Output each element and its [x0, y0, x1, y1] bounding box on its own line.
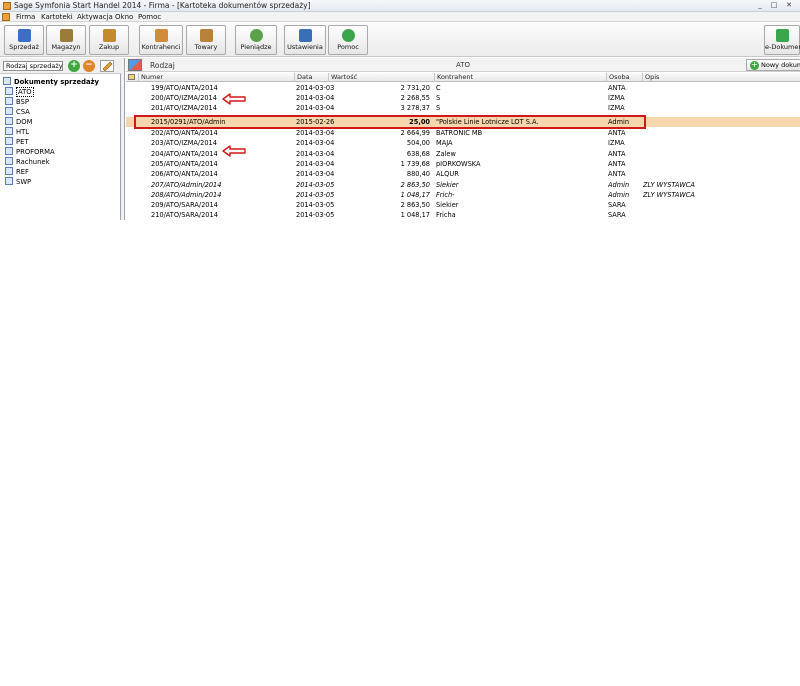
document-kind-select[interactable]: Rodzaj sprzedaży [3, 61, 63, 71]
settings-icon [298, 29, 312, 42]
menu-firma[interactable]: Firma [16, 13, 35, 21]
kind-label: Rodzaj [150, 61, 175, 70]
title-bar: Sage Symfonia Start Handel 2014 - Firma … [0, 0, 800, 12]
tree-item-ato[interactable]: ATO [5, 87, 34, 97]
tree-item-rachunek[interactable]: Rachunek [5, 157, 50, 166]
column-header-row: Numer Data Wartość Kontrahent Osoba Opis [126, 73, 800, 82]
tree-root[interactable]: Dokumenty sprzedaży [3, 77, 99, 86]
remove-icon[interactable]: − [83, 60, 95, 72]
column-osoba[interactable]: Osoba [606, 73, 642, 82]
left-panel-toolbar: Rodzaj sprzedaży + − [0, 58, 121, 74]
document-icon [5, 167, 13, 175]
edit-pencil-icon[interactable] [100, 60, 114, 72]
goods-button[interactable]: Towary [186, 25, 226, 55]
menu-okno[interactable]: Okno [115, 13, 133, 21]
table-row[interactable]: 209/ATO/SARA/2014 2014-03-05 2 863,50 Sieki… [126, 200, 800, 210]
table-row[interactable]: 199/ATO/ANTA/2014 2014-03-03 2 731,20 C ANTA [126, 83, 800, 93]
tree-item-swp[interactable]: SWP [5, 177, 31, 186]
table-row[interactable]: 206/ATO/ANTA/2014 2014-03-04 880,40 ALQUR AN… [126, 169, 800, 179]
document-icon [5, 107, 13, 115]
warehouse-icon [59, 29, 73, 42]
tree-item-pet[interactable]: PET [5, 137, 29, 146]
column-numer[interactable]: Numer [138, 73, 294, 82]
menu-aktywacja[interactable]: Aktywacja [77, 13, 113, 21]
column-opis[interactable]: Opis [642, 73, 800, 82]
highlight-box [134, 115, 646, 129]
arrow-left-icon [222, 145, 246, 157]
contractors-button[interactable]: Kontrahenci [139, 25, 183, 55]
document-icon [5, 127, 13, 135]
list-header: Rodzaj ATO + Nowy dokum [126, 58, 800, 72]
tree-item-ref[interactable]: REF [5, 167, 29, 176]
tree-item-csa[interactable]: CSA [5, 107, 30, 116]
column-kontrahent[interactable]: Kontrahent [434, 73, 606, 82]
tree-item-proforma[interactable]: PROFORMA [5, 147, 55, 156]
kind-filter-value: ATO [456, 61, 471, 69]
column-wartosc[interactable]: Wartość [328, 73, 434, 82]
e-document-button[interactable]: e-Dokumen [764, 25, 800, 55]
goods-icon [199, 29, 213, 42]
app-icon [3, 2, 11, 10]
panel-splitter[interactable] [121, 58, 125, 220]
table-row[interactable]: 205/ATO/ANTA/2014 2014-03-04 1 739,68 pIORK… [126, 159, 800, 169]
document-icon [5, 137, 13, 145]
settings-button[interactable]: Ustawienia [284, 25, 326, 55]
document-icon [5, 147, 13, 155]
purchase-button[interactable]: Zakup [89, 25, 129, 55]
help-button[interactable]: Pomoc [328, 25, 368, 55]
document-types-panel: Rodzaj sprzedaży + − Dokumenty sprzedaży… [0, 58, 121, 220]
plus-icon: + [750, 60, 759, 70]
document-kind-icon [128, 59, 142, 71]
documents-list-panel: Rodzaj ATO + Nowy dokum Numer Data Wartoś… [126, 58, 800, 220]
help-icon [341, 29, 355, 42]
document-icon [5, 87, 13, 95]
money-icon [249, 29, 263, 42]
e-document-icon [775, 29, 789, 42]
sales-button[interactable]: Sprzedaż [4, 25, 44, 55]
menu-bar: Firma Kartoteki Aktywacja Okno Pomoc [0, 12, 800, 22]
window-title: Sage Symfonia Start Handel 2014 - Firma … [14, 1, 311, 10]
menu-pomoc[interactable]: Pomoc [138, 13, 161, 21]
folder-icon [3, 77, 11, 85]
warehouse-button[interactable]: Magazyn [46, 25, 86, 55]
sales-icon [17, 29, 31, 42]
table-row[interactable]: 208/ATO/Admin/2014 2014-03-05 1 048,17 Fric… [126, 190, 800, 200]
tree-item-htl[interactable]: HTL [5, 127, 29, 136]
tree-item-bsp[interactable]: BSP [5, 97, 29, 106]
maximize-button[interactable]: □ [768, 1, 780, 10]
table-row[interactable]: 210/ATO/SARA/2014 2014-03-05 1 048,17 Frich… [126, 210, 800, 220]
main-toolbar: Sprzedaż Magazyn Zakup Kontrahenci Towar… [0, 23, 800, 57]
new-document-button[interactable]: + Nowy dokum [746, 59, 800, 71]
arrow-left-icon [222, 93, 246, 105]
document-icon [5, 177, 13, 185]
menu-kartoteki[interactable]: Kartoteki [41, 13, 73, 21]
column-chooser-icon[interactable] [128, 74, 135, 80]
contractors-icon [154, 29, 168, 42]
minimize-button[interactable]: _ [754, 1, 766, 10]
document-icon [5, 97, 13, 105]
column-data[interactable]: Data [294, 73, 328, 82]
tree-item-dom[interactable]: DOM [5, 117, 32, 126]
document-icon [5, 157, 13, 165]
table-row[interactable]: 202/ATO/ANTA/2014 2014-03-04 2 664,99 BATRO… [126, 128, 800, 138]
table-row[interactable]: 207/ATO/Admin/2014 2014-03-05 2 863,50 Siek… [126, 180, 800, 190]
purchase-icon [102, 29, 116, 42]
close-button[interactable]: ✕ [783, 1, 795, 10]
money-button[interactable]: Pieniądze [235, 25, 277, 55]
menu-app-icon [2, 13, 10, 21]
document-icon [5, 117, 13, 125]
add-icon[interactable]: + [68, 60, 80, 72]
document-type-tree: Dokumenty sprzedaży ATO BSP CSA DOM HTL … [0, 75, 121, 220]
